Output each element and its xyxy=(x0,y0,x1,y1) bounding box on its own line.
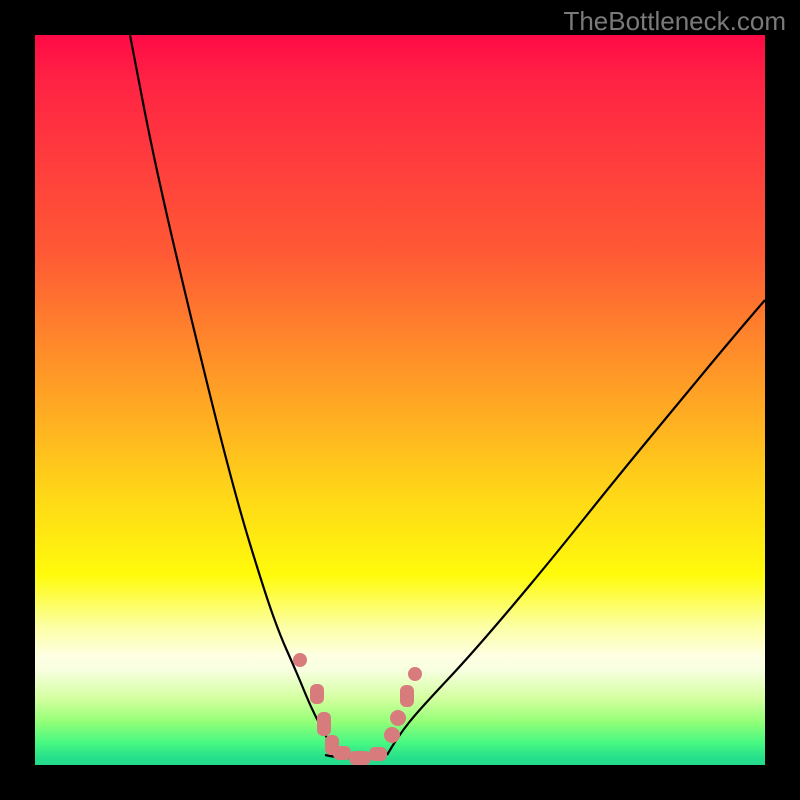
curve-left-branch xyxy=(130,35,335,753)
marker-pill xyxy=(317,712,331,736)
plot-area xyxy=(35,35,765,765)
watermark-text: TheBottleneck.com xyxy=(563,6,786,37)
marker-dot xyxy=(390,710,406,726)
bottleneck-curve xyxy=(130,35,765,758)
curve-right-branch xyxy=(387,300,765,755)
marker-dot xyxy=(293,653,307,667)
marker-pill xyxy=(349,751,371,765)
marker-pill xyxy=(310,684,324,704)
chart-svg xyxy=(35,35,765,765)
marker-dot xyxy=(384,727,400,743)
marker-pill xyxy=(333,746,351,760)
chart-outer-frame: TheBottleneck.com xyxy=(0,0,800,800)
marker-pill xyxy=(369,747,387,761)
marker-dot xyxy=(408,667,422,681)
marker-pill xyxy=(400,685,414,707)
